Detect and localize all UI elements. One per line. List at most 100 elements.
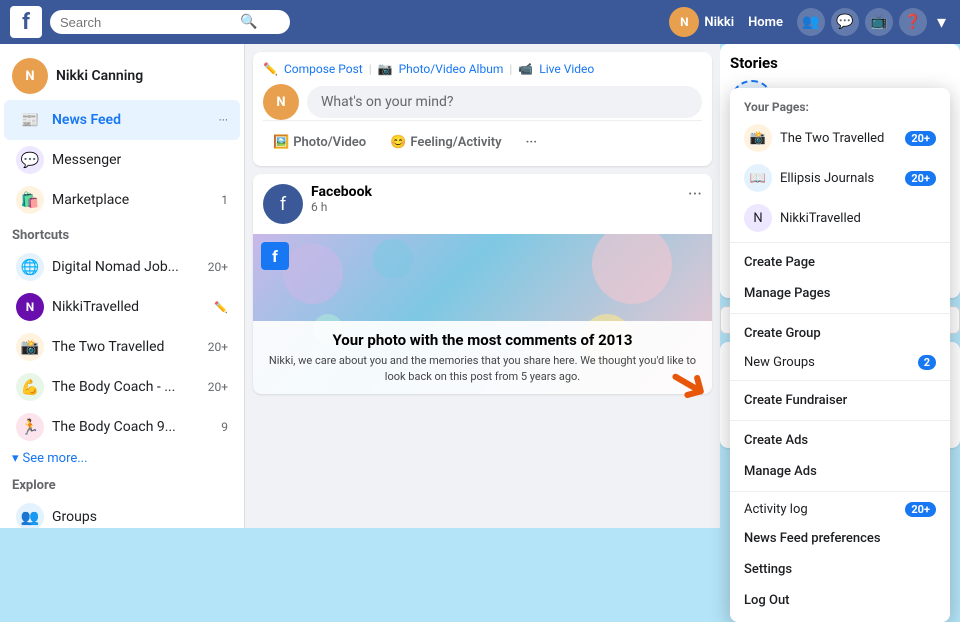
dropdown-page-two-travelled[interactable]: 📸 The Two Travelled 20+	[730, 118, 950, 158]
sidebar-item-label: The Body Coach 9...	[52, 419, 213, 435]
avatar: N	[263, 84, 299, 120]
activity-log-badge: 20+	[905, 502, 936, 517]
sidebar-item-body-coach-1[interactable]: 💪 The Body Coach - ... 20+	[4, 367, 240, 407]
feeling-activity-button[interactable]: 😊 Feeling/Activity	[380, 129, 511, 156]
live-video-link[interactable]: Live Video	[539, 62, 594, 76]
post-page-name: Facebook	[311, 184, 372, 200]
create-fundraiser-button[interactable]: Create Fundraiser	[730, 385, 950, 416]
dropdown-divider	[730, 420, 950, 421]
dropdown-section-title: Your Pages:	[730, 94, 950, 118]
help-icon[interactable]: ❓	[899, 8, 927, 36]
manage-pages-button[interactable]: Manage Pages	[730, 278, 950, 309]
more-options-button[interactable]: ···	[516, 129, 547, 156]
photo-video-album-link[interactable]: Photo/Video Album	[399, 62, 504, 76]
decorative-bubble	[592, 234, 672, 304]
dropdown-page-nikki-travelled[interactable]: N NikkiTravelled	[730, 198, 950, 238]
facebook-logo: f	[10, 6, 42, 38]
activity-log-item[interactable]: Activity log 20+	[730, 496, 950, 523]
decorative-bubble	[373, 239, 413, 279]
two-travelled-icon: 📸	[16, 333, 44, 361]
friends-icon[interactable]: 👥	[797, 8, 825, 36]
dropdown-divider	[730, 242, 950, 243]
manage-ads-button[interactable]: Manage Ads	[730, 456, 950, 487]
chevron-down-icon: ▾	[12, 451, 19, 466]
sidebar-item-label: The Two Travelled	[52, 339, 200, 355]
left-sidebar: N Nikki Canning 📰 News Feed ··· 💬 Messen…	[0, 44, 245, 528]
body-coach-2-icon: 🏃	[16, 413, 44, 441]
post-memory-desc: Nikki, we care about you and the memorie…	[263, 353, 702, 384]
nikki-page-icon: N	[744, 204, 772, 232]
dropdown-divider	[730, 380, 950, 381]
stories-title: Stories	[730, 54, 950, 72]
post-image-area: f Your photo with the most comments of 2…	[253, 234, 712, 394]
nav-user[interactable]: N Nikki	[669, 7, 734, 37]
search-bar[interactable]: 🔍	[50, 10, 290, 34]
top-navigation: f 🔍 N Nikki Home 👥 💬 📺 ❓ ▾	[0, 0, 960, 44]
sidebar-item-messenger[interactable]: 💬 Messenger	[4, 140, 240, 180]
decorative-bubble	[283, 244, 343, 304]
compose-post-link[interactable]: Compose Post	[284, 62, 363, 76]
body-coach-1-badge: 20+	[208, 380, 228, 394]
ellipsis-page-icon: 📖	[744, 164, 772, 192]
news-feed-icon: 📰	[16, 106, 44, 134]
search-input[interactable]	[60, 15, 240, 30]
digital-nomad-badge: 20+	[208, 260, 228, 274]
compose-pencil-icon: ✏️	[263, 62, 278, 76]
see-more-button[interactable]: ▾ See more...	[0, 447, 244, 470]
sidebar-item-body-coach-2[interactable]: 🏃 The Body Coach 9... 9	[4, 407, 240, 447]
post-header: f Facebook 6 h ···	[253, 174, 712, 234]
sidebar-item-nikki-travelled[interactable]: N NikkiTravelled ✏️	[4, 287, 240, 327]
create-group-button[interactable]: Create Group	[730, 318, 950, 349]
avatar: N	[669, 7, 699, 37]
search-icon: 🔍	[240, 14, 257, 30]
messenger-icon[interactable]: 💬	[831, 8, 859, 36]
sidebar-item-two-travelled[interactable]: 📸 The Two Travelled 20+	[4, 327, 240, 367]
dropdown-divider	[730, 313, 950, 314]
photo-icon: 🖼️	[273, 135, 289, 150]
compose-box: ✏️ Compose Post | 📷 Photo/Video Album | …	[253, 52, 712, 166]
sidebar-item-label: NikkiTravelled	[52, 299, 206, 315]
facebook-watermark: f	[261, 242, 289, 270]
body-coach-2-badge: 9	[221, 420, 228, 434]
sidebar-item-groups[interactable]: 👥 Groups	[4, 497, 240, 528]
settings-button[interactable]: Settings	[730, 554, 950, 585]
sidebar-item-marketplace[interactable]: 🛍️ Marketplace 1	[4, 180, 240, 220]
dropdown-page-name: Ellipsis Journals	[780, 171, 874, 186]
groups-icon: 👥	[16, 503, 44, 528]
sidebar-item-label: The Body Coach - ...	[52, 379, 200, 395]
sidebar-username: Nikki Canning	[56, 68, 143, 84]
sidebar-user-profile[interactable]: N Nikki Canning	[0, 52, 244, 100]
nav-user-name: Nikki	[704, 15, 734, 30]
log-out-button[interactable]: Log Out	[730, 585, 950, 616]
marketplace-icon: 🛍️	[16, 186, 44, 214]
sidebar-item-label: Messenger	[52, 152, 228, 168]
two-travelled-badge: 20+	[905, 131, 936, 146]
two-travelled-page-icon: 📸	[744, 124, 772, 152]
shortcuts-title: Shortcuts	[0, 220, 244, 247]
post-time: 6 h	[311, 200, 372, 214]
compose-input-row: N What's on your mind?	[263, 84, 702, 120]
watch-icon[interactable]: 📺	[865, 8, 893, 36]
photo-video-album-icon: 📷	[378, 62, 393, 76]
photo-video-button[interactable]: 🖼️ Photo/Video	[263, 129, 376, 156]
account-dropdown-menu: Your Pages: 📸 The Two Travelled 20+ 📖 El…	[730, 88, 950, 622]
news-feed-options[interactable]: ···	[219, 113, 228, 127]
post-text-overlay: Your photo with the most comments of 201…	[253, 321, 712, 394]
compose-input[interactable]: What's on your mind?	[307, 86, 702, 118]
new-groups-item[interactable]: New Groups 2	[730, 349, 950, 376]
dropdown-page-name: The Two Travelled	[780, 131, 884, 146]
new-groups-badge: 2	[918, 355, 936, 370]
sidebar-item-news-feed[interactable]: 📰 News Feed ···	[4, 100, 240, 140]
explore-title: Explore	[0, 470, 244, 497]
main-content: ✏️ Compose Post | 📷 Photo/Video Album | …	[245, 44, 720, 528]
home-link[interactable]: Home	[740, 15, 791, 30]
post-card: f Facebook 6 h ··· f	[253, 174, 712, 394]
nav-dropdown-button[interactable]: ▾	[933, 12, 950, 33]
dropdown-page-ellipsis[interactable]: 📖 Ellipsis Journals 20+	[730, 158, 950, 198]
sidebar-item-digital-nomad[interactable]: 🌐 Digital Nomad Job... 20+	[4, 247, 240, 287]
create-page-button[interactable]: Create Page	[730, 247, 950, 278]
post-options-button[interactable]: ···	[688, 184, 702, 205]
body-coach-1-icon: 💪	[16, 373, 44, 401]
create-ads-button[interactable]: Create Ads	[730, 425, 950, 456]
pen-icon: ✏️	[214, 301, 228, 314]
